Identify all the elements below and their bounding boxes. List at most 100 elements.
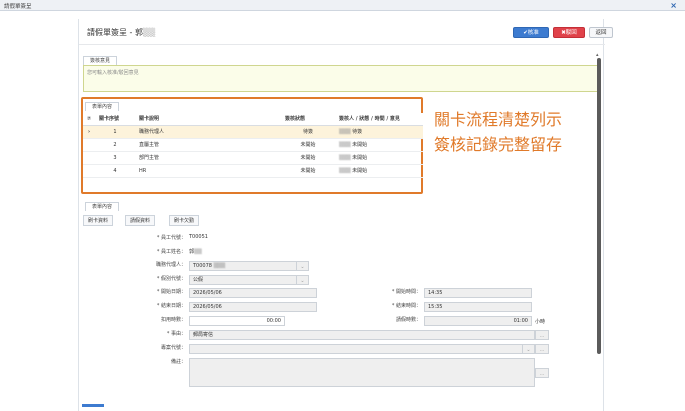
cell-desc: HR xyxy=(135,164,281,178)
table-row[interactable]: 4 HR 未開始 ▒▒▒ 未開始 xyxy=(83,164,423,178)
row-spacer xyxy=(83,138,95,152)
remark-label: 備註： xyxy=(170,359,186,365)
hours-input[interactable]: 01:00 xyxy=(424,316,532,326)
row-hours: 扣用時數： 00:00 請假時數： 01:00 小時 xyxy=(79,316,605,326)
reason-input[interactable]: 郵局寄信 xyxy=(189,330,535,340)
scrollbar-thumb[interactable] xyxy=(597,58,601,354)
emp-id-value: T00051 xyxy=(189,234,208,240)
hours-label: 請假時數： xyxy=(395,317,421,323)
close-icon[interactable]: × xyxy=(670,1,677,10)
signoff-table: ⑦ 關卡序號 關卡說明 簽核狀態 簽核人 / 狀態 / 時間 / 意見 › 1 … xyxy=(83,113,423,178)
leave-type-label: * 假別代號： xyxy=(156,276,186,282)
end-date-label: * 結束日期： xyxy=(156,303,186,309)
table-row[interactable]: › 1 職務代理人 待簽 ▒▒▒ 待簽 xyxy=(83,125,423,139)
approve-button[interactable]: ✔核准 xyxy=(513,27,549,38)
row-project: 專案代號： ⌄ … xyxy=(79,344,605,354)
signer-status: 未開始 xyxy=(352,142,368,148)
table-row[interactable]: 2 直屬主管 未開始 ▒▒▒ 未開始 xyxy=(83,138,423,152)
row-leave-type: * 假別代號： 公假 ⌄ xyxy=(79,275,605,285)
row-spacer xyxy=(83,164,95,178)
signer-name: ▒▒▒ xyxy=(339,142,351,148)
emp-name-value: 郭▒▒ xyxy=(189,249,202,255)
cell-status: 未開始 xyxy=(281,151,335,165)
signer-status: 待簽 xyxy=(352,129,363,135)
chevron-down-icon[interactable]: ⌄ xyxy=(297,275,309,285)
cell-seq: 4 xyxy=(95,164,135,178)
tab-content[interactable]: 表單內容 xyxy=(85,202,120,211)
deduct-label: 扣用時數： xyxy=(160,317,186,323)
row-emp-id: * 員工代號： T00051 xyxy=(79,234,605,244)
signer-name: ▒▒▒ xyxy=(339,155,351,161)
cell-status: 未開始 xyxy=(281,138,335,152)
cell-desc: 部門主管 xyxy=(135,151,281,165)
start-time-label: * 開始時間： xyxy=(391,289,421,295)
subtab-leave-data[interactable]: 請假資料 xyxy=(125,215,156,226)
start-time-input[interactable]: 14:35 xyxy=(424,288,532,298)
signer-name: ▒▒▒ xyxy=(339,129,351,135)
table-row[interactable]: 3 部門主管 未開始 ▒▒▒ 未開始 xyxy=(83,151,423,165)
page-header: 請假單簽呈 - 郭▒▒ ✔核准 ✖駁回 返回 xyxy=(87,27,613,41)
end-time-input[interactable]: 15:35 xyxy=(424,302,532,312)
start-date-label: * 開始日期： xyxy=(156,289,186,295)
cell-signer: ▒▒▒ 未開始 xyxy=(335,164,423,178)
signer-status: 未開始 xyxy=(352,155,368,161)
reason-label: * 事由： xyxy=(166,331,186,337)
end-date-input[interactable]: 2026/05/06 xyxy=(189,302,317,312)
cell-seq: 1 xyxy=(95,125,135,139)
row-end: * 結束日期： 2026/05/06 * 結束時間： 15:35 xyxy=(79,302,605,312)
opinion-input[interactable]: 您可輸入核准/駁回意見 xyxy=(83,65,599,92)
cell-desc: 職務代理人 xyxy=(135,125,281,139)
signer-status: 未開始 xyxy=(352,168,368,174)
ellipsis-icon[interactable]: … xyxy=(535,330,549,340)
col-desc: 關卡說明 xyxy=(135,113,281,126)
reject-button[interactable]: ✖駁回 xyxy=(553,27,585,38)
tab-signoff[interactable]: 表單內容 xyxy=(85,102,120,111)
cell-desc: 直屬主管 xyxy=(135,138,281,152)
project-select[interactable] xyxy=(189,344,523,354)
window-titlebar: 請假單簽呈 × xyxy=(0,0,685,11)
hours-unit: 小時 xyxy=(535,319,546,325)
row-remark: 備註： … xyxy=(79,358,605,387)
opinion-placeholder: 您可輸入核准/駁回意見 xyxy=(87,70,139,76)
header-divider xyxy=(79,44,605,45)
callout-line-2: 簽核記錄完整留存 xyxy=(434,135,563,154)
ellipsis-icon[interactable]: … xyxy=(535,368,549,378)
signoff-header-row: ⑦ 關卡序號 關卡說明 簽核狀態 簽核人 / 狀態 / 時間 / 意見 xyxy=(83,113,423,126)
agent-select[interactable]: T00078 ▒▒▒ xyxy=(189,261,297,271)
tab-opinion[interactable]: 簽核意見 xyxy=(83,56,118,65)
row-reason: * 事由： 郵局寄信 … xyxy=(79,330,605,340)
chevron-down-icon[interactable]: ⌄ xyxy=(523,344,535,354)
deduct-input[interactable]: 00:00 xyxy=(189,316,285,326)
subtab-card-absence[interactable]: 刷卡欠勤 xyxy=(169,215,200,226)
leave-type-select[interactable]: 公假 xyxy=(189,275,297,285)
signer-name: ▒▒▒ xyxy=(339,168,351,174)
emp-id-label: * 員工代號： xyxy=(156,235,186,241)
col-signer: 簽核人 / 狀態 / 時間 / 意見 xyxy=(335,113,423,126)
row-spacer xyxy=(83,151,95,165)
ellipsis-icon[interactable]: … xyxy=(535,344,549,354)
start-date-input[interactable]: 2026/05/06 xyxy=(189,288,317,298)
cell-signer: ▒▒▒ 未開始 xyxy=(335,151,423,165)
remark-textarea[interactable] xyxy=(189,358,535,387)
cell-seq: 2 xyxy=(95,138,135,152)
page-title: 請假單簽呈 - 郭▒▒ xyxy=(87,28,156,37)
col-status: 簽核狀態 xyxy=(281,113,335,126)
col-seq: 關卡序號 xyxy=(95,113,135,126)
agent-label: 職務代理人： xyxy=(155,262,186,268)
emp-name-label: * 員工姓名： xyxy=(156,249,186,255)
cell-status: 待簽 xyxy=(281,125,335,139)
bottom-tab-indicator xyxy=(82,404,104,407)
row-start: * 開始日期： 2026/05/06 * 開始時間： 14:35 xyxy=(79,288,605,298)
chevron-down-icon[interactable]: ⌄ xyxy=(297,261,309,271)
row-emp-name: * 員工姓名： 郭▒▒ xyxy=(79,248,605,258)
subtab-card-data[interactable]: 刷卡資料 xyxy=(83,215,114,226)
form-frame: 請假單簽呈 - 郭▒▒ ✔核准 ✖駁回 返回 簽核意見 您可輸入核准/駁回意見 … xyxy=(78,19,613,411)
help-icon[interactable]: ⑦ xyxy=(83,113,95,126)
row-pointer-icon: › xyxy=(83,125,95,139)
window-title: 請假單簽呈 xyxy=(4,4,32,10)
back-button[interactable]: 返回 xyxy=(589,27,613,38)
cell-seq: 3 xyxy=(95,151,135,165)
row-agent: 職務代理人： T00078 ▒▒▒ ⌄ xyxy=(79,261,605,271)
cell-status: 未開始 xyxy=(281,164,335,178)
end-time-label: * 結束時間： xyxy=(391,303,421,309)
